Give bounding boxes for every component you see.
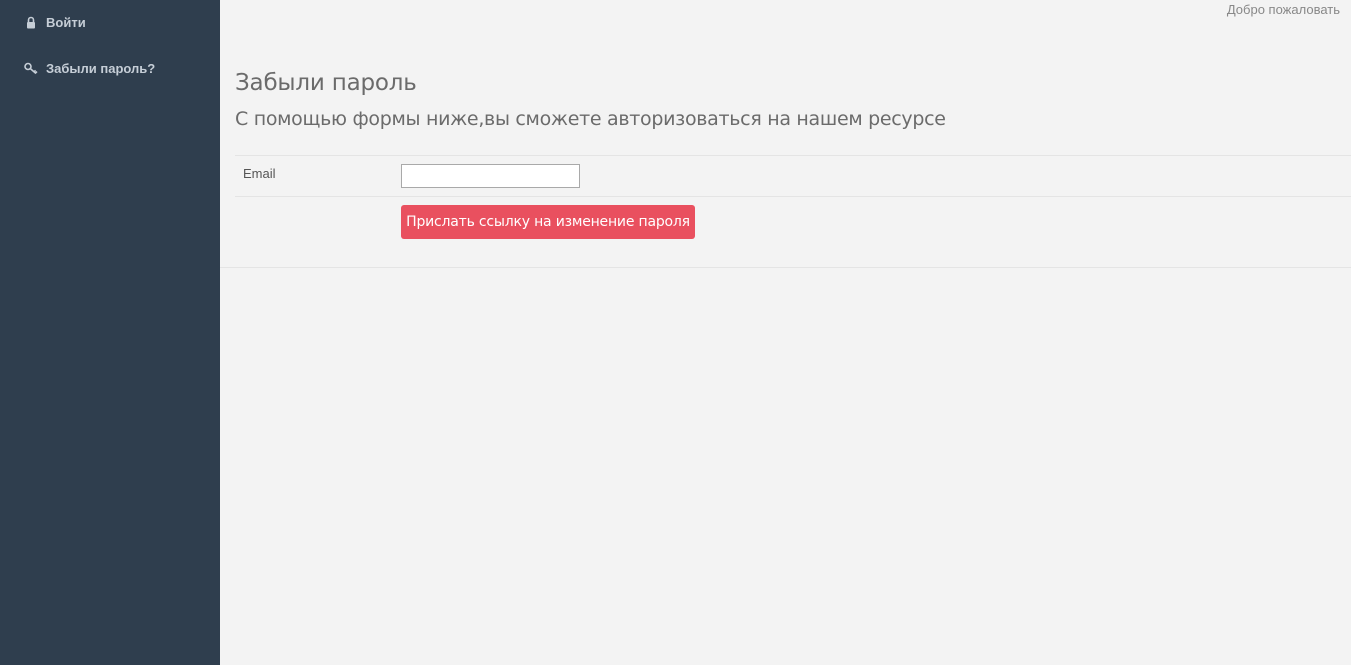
key-icon xyxy=(24,62,38,76)
email-field[interactable] xyxy=(401,164,580,188)
divider xyxy=(235,196,1351,197)
sidebar-item-forgot-password[interactable]: Забыли пароль? xyxy=(24,61,155,76)
sidebar: Войти Забыли пароль? xyxy=(0,0,220,665)
send-reset-link-button[interactable]: Прислать ссылку на изменение пароля xyxy=(401,205,695,239)
sidebar-item-label: Войти xyxy=(46,15,86,30)
page-subtitle: С помощью формы ниже,вы сможете авторизо… xyxy=(235,108,946,130)
divider xyxy=(220,267,1351,268)
sidebar-item-label: Забыли пароль? xyxy=(46,61,156,76)
welcome-text: Добро пожаловать xyxy=(1226,2,1340,17)
divider xyxy=(235,155,1351,156)
sidebar-item-login[interactable]: Войти xyxy=(24,15,86,30)
lock-icon xyxy=(24,16,38,30)
page-title: Забыли пароль xyxy=(235,70,417,96)
main-content: Добро пожаловать Забыли пароль С помощью… xyxy=(220,0,1351,665)
email-label: Email xyxy=(243,166,276,181)
